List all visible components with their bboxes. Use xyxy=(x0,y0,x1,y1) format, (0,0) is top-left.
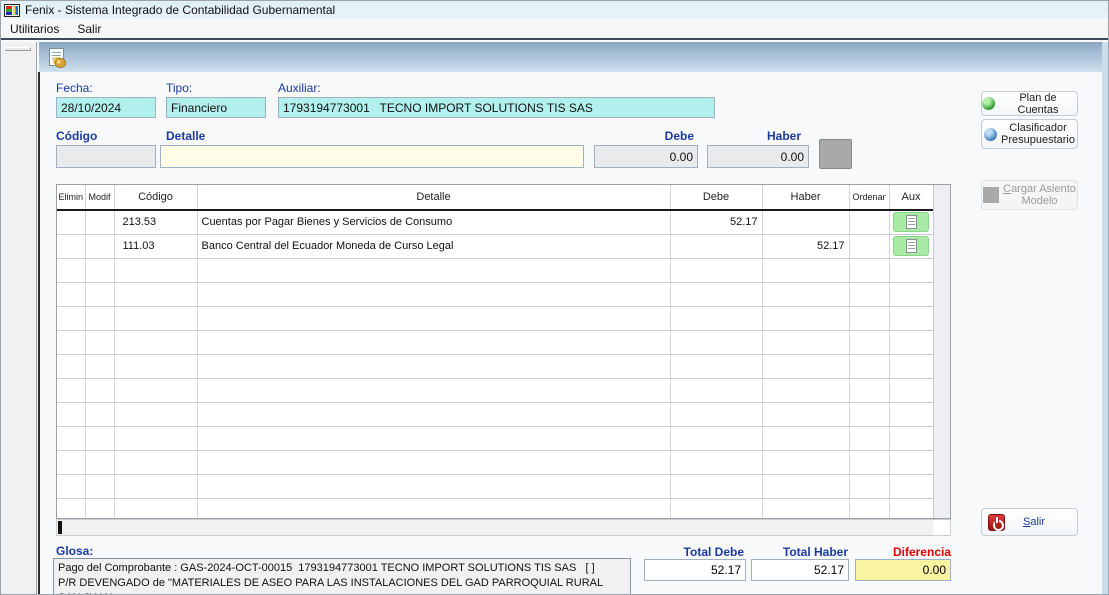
total-debe-input xyxy=(644,559,746,581)
table-header-row: Elimin Modif Código Detalle Debe Haber O… xyxy=(57,185,933,210)
tipo-label: Tipo: xyxy=(166,81,192,95)
table-row[interactable]: 213.53 Cuentas por Pagar Bienes y Servic… xyxy=(57,210,933,234)
codigo-label: Código xyxy=(56,129,97,143)
document-icon xyxy=(906,215,917,229)
haber-input[interactable] xyxy=(707,145,809,168)
table-empty-row xyxy=(57,378,933,402)
left-collapsed-panel xyxy=(1,42,37,595)
tipo-input[interactable] xyxy=(166,97,266,118)
entries-table: Elimin Modif Código Detalle Debe Haber O… xyxy=(56,184,951,519)
auxiliar-input[interactable] xyxy=(278,97,715,118)
app-window: Fenix - Sistema Integrado de Contabilida… xyxy=(0,0,1109,595)
entries-table-body: 213.53 Cuentas por Pagar Bienes y Servic… xyxy=(57,210,933,519)
detalle-input[interactable] xyxy=(160,145,584,168)
table-empty-row xyxy=(57,426,933,450)
total-haber-input xyxy=(751,559,849,581)
header-codigo: Código xyxy=(114,185,197,210)
clasificador-label: Clasificador Presupuestario xyxy=(1001,122,1075,146)
cell-haber[interactable] xyxy=(762,210,849,234)
cell-detalle[interactable]: Cuentas por Pagar Bienes y Servicios de … xyxy=(197,210,670,234)
header-modif: Modif xyxy=(85,185,114,210)
debe-input[interactable] xyxy=(594,145,698,168)
header-haber: Haber xyxy=(762,185,849,210)
right-edge-band xyxy=(1102,42,1108,595)
cell-elimin[interactable] xyxy=(57,234,85,258)
menu-utilitarios[interactable]: Utilitarios xyxy=(1,20,68,38)
table-empty-row xyxy=(57,498,933,519)
title-bar: Fenix - Sistema Integrado de Contabilida… xyxy=(1,1,1109,19)
glosa-label: Glosa: xyxy=(56,544,93,558)
cell-modif[interactable] xyxy=(85,234,114,258)
app-icon xyxy=(4,4,20,17)
table-row[interactable]: 111.03 Banco Central del Ecuador Moneda … xyxy=(57,234,933,258)
table-empty-row xyxy=(57,354,933,378)
cell-ordenar[interactable] xyxy=(849,210,889,234)
plan-de-cuentas-button[interactable]: Plan de Cuentas xyxy=(981,91,1078,116)
clasificador-presupuestario-button[interactable]: Clasificador Presupuestario xyxy=(981,119,1078,149)
green-sphere-icon xyxy=(982,97,995,110)
detalle-label: Detalle xyxy=(166,129,205,143)
glosa-textbox[interactable]: Pago del Comprobante : GAS-2024-OCT-0001… xyxy=(53,558,631,595)
debe-label: Debe xyxy=(594,129,694,143)
table-empty-row xyxy=(57,282,933,306)
auxiliar-label: Auxiliar: xyxy=(278,81,321,95)
table-empty-row xyxy=(57,330,933,354)
cell-haber[interactable]: 52.17 xyxy=(762,234,849,258)
glosa-line1: Pago del Comprobante : GAS-2024-OCT-0001… xyxy=(58,561,626,576)
header-debe: Debe xyxy=(670,185,762,210)
cell-aux xyxy=(889,234,933,258)
haber-label: Haber xyxy=(707,129,801,143)
header-aux: Aux xyxy=(889,185,933,210)
total-haber-label: Total Haber xyxy=(751,545,848,559)
cell-detalle[interactable]: Banco Central del Ecuador Moneda de Curs… xyxy=(197,234,670,258)
cell-modif[interactable] xyxy=(85,210,114,234)
cell-codigo[interactable]: 111.03 xyxy=(114,234,197,258)
document-icon xyxy=(906,239,917,253)
scrollbar-thumb[interactable] xyxy=(58,521,62,534)
salir-button[interactable]: Salir xyxy=(981,508,1078,536)
table-horizontal-scrollbar[interactable] xyxy=(56,519,951,536)
gray-square-icon xyxy=(983,187,999,203)
power-icon xyxy=(988,514,1005,531)
header-elimin: Elimin xyxy=(57,185,85,210)
fecha-input[interactable] xyxy=(56,97,156,118)
header-detalle: Detalle xyxy=(197,185,670,210)
cargar-asiento-label: Cargar Asiento Modelo xyxy=(1003,183,1076,207)
menu-salir[interactable]: Salir xyxy=(68,20,110,38)
cargar-asiento-modelo-button[interactable]: Cargar Asiento Modelo xyxy=(981,180,1078,210)
table-vertical-scrollbar[interactable] xyxy=(933,185,950,518)
table-empty-row xyxy=(57,306,933,330)
header-ordenar: Ordenar xyxy=(849,185,889,210)
window-title: Fenix - Sistema Integrado de Contabilida… xyxy=(25,3,335,17)
codigo-input[interactable] xyxy=(56,145,156,168)
blue-sphere-icon xyxy=(984,128,997,141)
panel-divider xyxy=(38,72,40,595)
toolbar xyxy=(39,42,1109,72)
new-voucher-icon[interactable] xyxy=(49,48,64,66)
plan-de-cuentas-label: Plan de Cuentas xyxy=(999,92,1077,116)
table-empty-row xyxy=(57,450,933,474)
fecha-label: Fecha: xyxy=(56,81,93,95)
diferencia-label: Diferencia xyxy=(855,545,951,559)
total-debe-label: Total Debe xyxy=(644,545,744,559)
cell-elimin[interactable] xyxy=(57,210,85,234)
menu-bar: Utilitarios Salir xyxy=(1,19,1109,40)
aux-button[interactable] xyxy=(893,236,929,256)
cell-debe[interactable] xyxy=(670,234,762,258)
salir-label: Salir xyxy=(1023,516,1045,528)
cell-codigo[interactable]: 213.53 xyxy=(114,210,197,234)
table-empty-row xyxy=(57,402,933,426)
cell-ordenar[interactable] xyxy=(849,234,889,258)
scrollbar-corner xyxy=(933,520,950,535)
aux-button[interactable] xyxy=(893,212,929,232)
cell-aux xyxy=(889,210,933,234)
table-empty-row xyxy=(57,474,933,498)
panel-grip[interactable] xyxy=(5,47,31,51)
account-lookup-button[interactable] xyxy=(819,139,852,169)
diferencia-input xyxy=(855,559,951,581)
cell-debe[interactable]: 52.17 xyxy=(670,210,762,234)
table-empty-row xyxy=(57,258,933,282)
glosa-line2: P/R DEVENGADO de "MATERIALES DE ASEO PAR… xyxy=(58,576,626,595)
